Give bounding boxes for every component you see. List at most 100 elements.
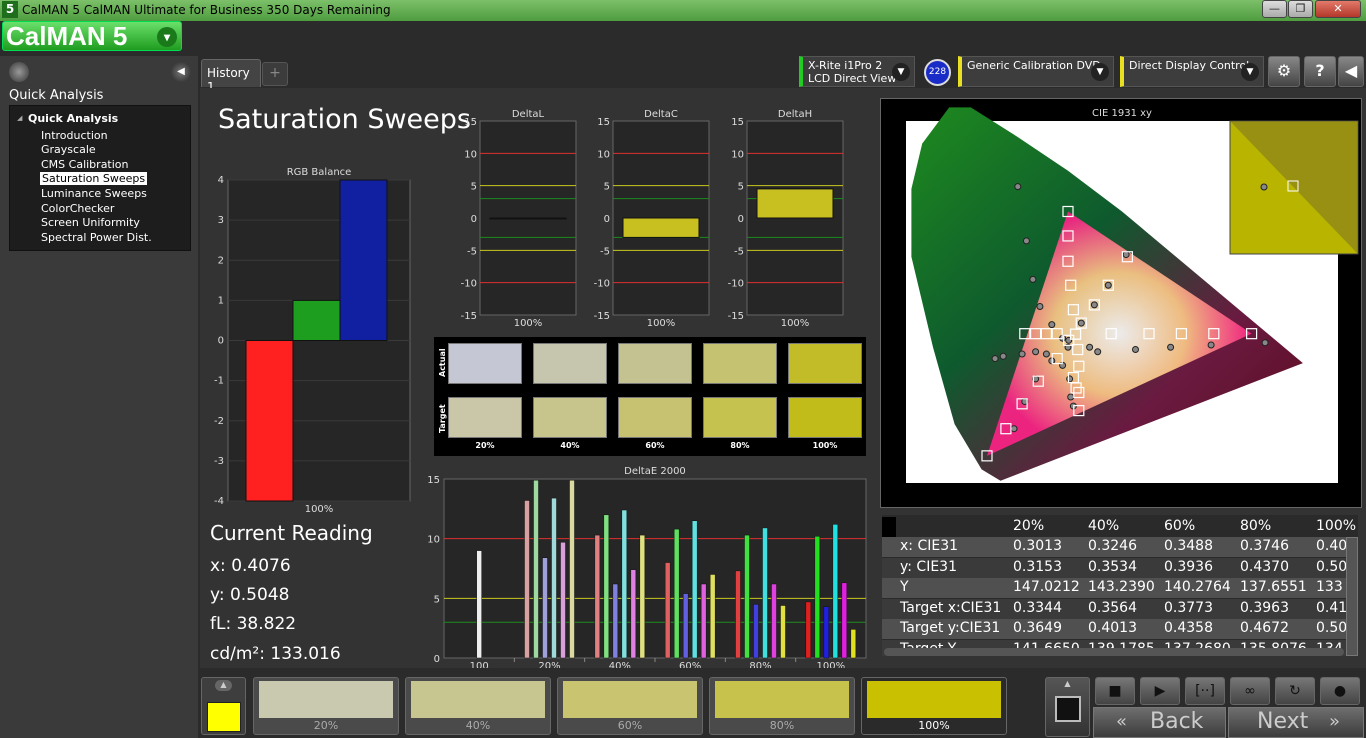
deltae-bar <box>841 582 848 659</box>
delta-bar <box>622 217 700 238</box>
y-tick-label: 15 <box>464 117 477 128</box>
swatch-color <box>563 681 697 718</box>
table-row: y: CIE31 0.3153 0.3534 0.3936 0.4370 0.50 <box>882 557 1347 578</box>
y-tick-label: 0.5 <box>886 253 902 264</box>
column-header: 40% <box>1088 518 1120 534</box>
actual-point <box>1032 348 1040 356</box>
y-tick-label: 0 <box>738 214 744 225</box>
y-tick-label: 0.1 <box>886 434 902 445</box>
y-tick-label: -15 <box>728 311 744 322</box>
deltae-bar <box>762 527 768 659</box>
actual-point <box>1014 183 1022 191</box>
y-tick-label: 10 <box>597 149 610 160</box>
deltae-bar <box>735 570 741 659</box>
rgb-balance-chart: 4 3 2 1 0 -1 -2 -3 -4 RGB Balance 100% <box>214 167 411 515</box>
table-hscrollbar[interactable] <box>884 648 1344 656</box>
swatch-color <box>715 681 849 718</box>
table-row: x: CIE31 0.3013 0.3246 0.3488 0.3746 0.40 <box>882 537 1347 557</box>
chevrons-right-icon: » <box>1329 711 1341 732</box>
bottom-swatch-button[interactable]: 60% <box>557 677 703 735</box>
rgb-bar <box>292 299 341 341</box>
measure-icon[interactable]: [··] <box>1185 677 1225 705</box>
y-tick-label: 1 <box>218 295 224 306</box>
y-tick-label: 15 <box>427 475 440 486</box>
bottom-swatch-button[interactable]: 100% <box>861 677 1007 735</box>
x-tick-label: 0 <box>903 489 909 500</box>
actual-point <box>1104 281 1112 289</box>
chart-title: DeltaH <box>778 109 812 120</box>
y-tick-label: 10 <box>464 149 477 160</box>
target-swatch <box>618 397 692 438</box>
row-label: Y <box>900 579 909 595</box>
bottom-swatch-button[interactable]: 80% <box>709 677 855 735</box>
actual-swatch <box>448 343 522 384</box>
refresh-icon[interactable]: ↻ <box>1275 677 1315 705</box>
y-tick-label: -1 <box>214 376 224 387</box>
deltae-bar <box>780 605 786 659</box>
deltac-chart: 15 10 5 0 -5 -10 -15 DeltaC 100% <box>594 109 710 329</box>
column-header: 100% <box>1316 518 1357 534</box>
delta-bar <box>756 188 834 219</box>
play-icon[interactable]: ▶ <box>1140 677 1180 705</box>
back-button[interactable]: « Back <box>1093 707 1226 738</box>
table-cell: 0.4358 <box>1164 620 1213 636</box>
table-cell: 0.50 <box>1316 620 1348 636</box>
back-label: Back <box>1150 709 1204 734</box>
deltae-bar <box>814 536 821 659</box>
reading-x: x: 0.4076 <box>210 556 291 576</box>
actual-point <box>1167 343 1175 351</box>
reading-cdm2: cd/m²: 133.016 <box>210 644 341 664</box>
y-tick-label: 0.4 <box>886 298 902 309</box>
y-tick-label: 5 <box>738 182 744 193</box>
deltae-bar <box>639 534 646 659</box>
actual-point <box>1036 303 1044 311</box>
x-tick-label: 0.1 <box>952 489 968 500</box>
stop-square-icon <box>1054 696 1081 722</box>
deltae-bar <box>753 604 759 659</box>
bottom-swatch-button[interactable]: 20% <box>253 677 399 735</box>
table-row: Y 147.0212 143.2390 140.2764 137.6551 133 <box>882 578 1346 598</box>
actual-point <box>1086 343 1094 351</box>
actual-point <box>1066 375 1074 383</box>
delta-bar <box>489 217 567 220</box>
y-tick-label: 10 <box>731 149 744 160</box>
rgb-bar <box>339 179 388 341</box>
table-cell: 0.3746 <box>1240 538 1289 554</box>
deltae-bar <box>682 593 689 659</box>
table-cell: 0.4013 <box>1088 620 1137 636</box>
bottom-swatch-button[interactable]: 40% <box>405 677 551 735</box>
deltae-bar <box>850 629 857 659</box>
target-swatch <box>788 397 862 438</box>
panel-toggle-button[interactable]: ▲ <box>1045 677 1090 737</box>
stop-icon[interactable]: ■ <box>1095 677 1135 705</box>
cie-diagram: 0 0.1 0.2 0.3 0.4 0.5 0.6 0.7 0.8 0.1 0.2 0.3 0.4 0.5… <box>880 98 1362 508</box>
swatch-comparison: Actual Target 20% 40% 60% 80% 100% <box>434 337 866 456</box>
table-cell: 143.2390 <box>1088 579 1155 595</box>
swatch-color <box>259 681 393 718</box>
record-icon[interactable]: ● <box>1320 677 1360 705</box>
plot-area <box>443 478 867 659</box>
table-scrollbar[interactable] <box>1346 537 1358 656</box>
deltae-bar <box>832 524 839 659</box>
chevron-up-icon: ▲ <box>1064 679 1071 688</box>
continuous-icon[interactable]: ∞ <box>1230 677 1270 705</box>
actual-point <box>1261 339 1269 347</box>
table-header-row: 20% 40% 60% 80% 100% <box>882 517 1356 537</box>
deltae-bar <box>594 534 601 659</box>
swatch-label: 100% <box>918 719 950 732</box>
next-button[interactable]: Next » <box>1228 707 1364 738</box>
swatch-color <box>411 681 545 718</box>
chevron-up-icon[interactable]: ▲ <box>215 680 232 691</box>
deltah-chart: 15 10 5 0 -5 -10 -15 DeltaH 100% <box>728 109 844 329</box>
swatch-column-label: 20% <box>475 441 495 450</box>
y-tick-label: 15 <box>597 117 610 128</box>
y-tick-label: 5 <box>434 594 440 605</box>
next-label: Next <box>1257 709 1309 734</box>
chart-title: RGB Balance <box>287 167 352 178</box>
swatch-column-label: 60% <box>645 441 665 450</box>
y-tick-label: 4 <box>218 175 224 186</box>
table-cell: 147.0212 <box>1013 579 1080 595</box>
deltae-bar <box>691 520 698 659</box>
chart-title: DeltaE 2000 <box>624 466 686 477</box>
table-cell: 0.3963 <box>1240 599 1289 616</box>
